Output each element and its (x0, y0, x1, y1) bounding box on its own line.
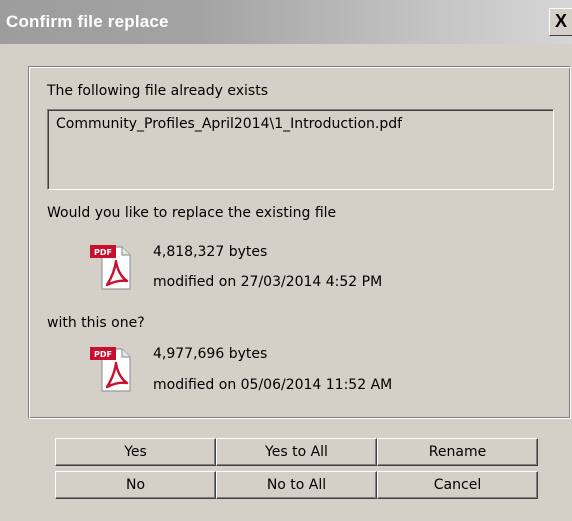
file-exists-label: The following file already exists (47, 83, 268, 99)
confirm-file-replace-dialog: Confirm file replace X The following fil… (0, 0, 572, 521)
no-to-all-button[interactable]: No to All (216, 471, 377, 499)
cancel-button[interactable]: Cancel (377, 471, 538, 499)
replace-question: Would you like to replace the existing f… (47, 205, 337, 221)
svg-text:PDF: PDF (94, 248, 112, 257)
new-file-modified: modified on 05/06/2014 11:52 AM (153, 377, 393, 393)
dialog-title: Confirm file replace (6, 12, 169, 31)
no-button[interactable]: No (55, 471, 216, 499)
new-file-size: 4,977,696 bytes (153, 346, 268, 362)
file-path: Community_Profiles_April2014\1_Introduct… (56, 116, 403, 132)
close-button[interactable]: X (549, 8, 572, 36)
with-this-one-label: with this one? (47, 315, 145, 331)
svg-text:PDF: PDF (94, 350, 112, 359)
pdf-icon: PDF (90, 345, 132, 393)
title-bar[interactable]: Confirm file replace X (0, 0, 572, 44)
yes-to-all-button[interactable]: Yes to All (216, 438, 377, 466)
rename-button[interactable]: Rename (377, 438, 538, 466)
file-path-box: Community_Profiles_April2014\1_Introduct… (47, 109, 554, 190)
yes-button[interactable]: Yes (55, 438, 216, 466)
existing-file-modified: modified on 27/03/2014 4:52 PM (153, 274, 383, 290)
pdf-icon: PDF (90, 243, 132, 291)
existing-file-size: 4,818,327 bytes (153, 244, 268, 260)
close-icon: X (554, 11, 567, 31)
